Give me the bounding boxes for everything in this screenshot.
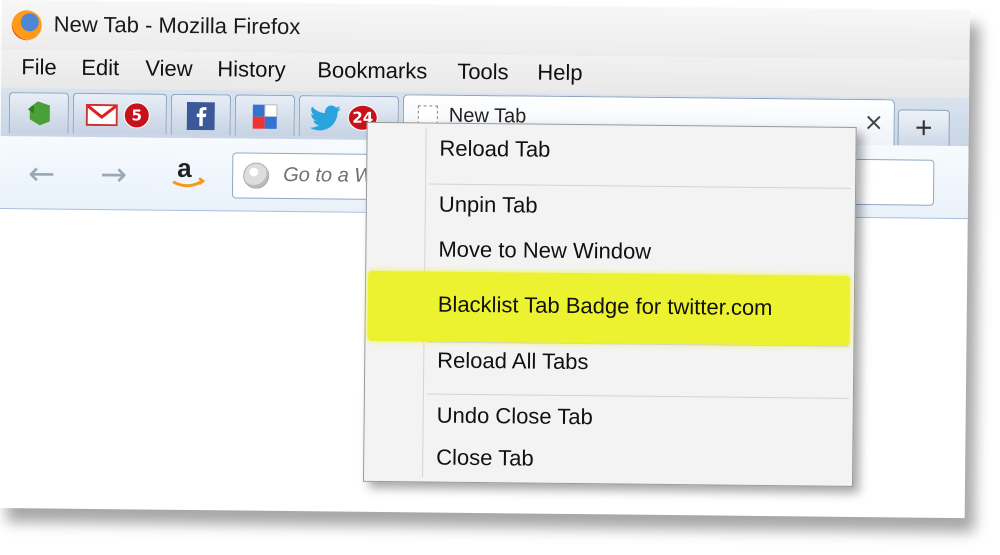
menu-separator — [429, 183, 852, 189]
menu-item-reload-all-tabs[interactable]: Reload All Tabs — [437, 348, 589, 376]
gmail-icon — [85, 103, 118, 127]
menu-help[interactable]: Help — [537, 60, 583, 86]
menu-item-reload-tab[interactable]: Reload Tab — [439, 136, 550, 163]
globe-icon — [243, 162, 270, 189]
menu-item-close-tab[interactable]: Close Tab — [436, 445, 534, 472]
menu-bookmarks[interactable]: Bookmarks — [317, 57, 427, 84]
back-arrow-icon[interactable]: ← — [28, 154, 55, 192]
evernote-icon — [27, 101, 50, 126]
menu-edit[interactable]: Edit — [81, 55, 119, 81]
app-tab-gmail[interactable]: 5 — [72, 92, 168, 135]
twitter-icon — [309, 105, 341, 131]
context-menu: Reload Tab Unpin Tab Move to New Window … — [362, 121, 857, 487]
menu-file[interactable]: File — [21, 54, 57, 80]
app-tab-evernote[interactable] — [8, 92, 70, 134]
menu-tools[interactable]: Tools — [457, 59, 509, 86]
menu-view[interactable]: View — [145, 56, 193, 82]
app-tab-delicious[interactable] — [234, 94, 296, 137]
menu-item-unpin-tab[interactable]: Unpin Tab — [439, 192, 538, 219]
facebook-icon — [186, 101, 215, 131]
gmail-badge: 5 — [123, 102, 150, 129]
app-tab-facebook[interactable] — [170, 93, 232, 136]
menu-separator — [426, 393, 849, 399]
new-tab-button[interactable]: + — [897, 109, 950, 148]
menu-item-undo-close-tab[interactable]: Undo Close Tab — [437, 403, 593, 431]
menu-history[interactable]: History — [217, 56, 286, 83]
firefox-window: New Tab - Mozilla Firefox File Edit View… — [0, 0, 970, 519]
svg-text:a: a — [177, 153, 192, 183]
delicious-icon — [252, 104, 278, 129]
amazon-icon[interactable]: a — [168, 152, 208, 192]
menu-item-blacklist-tab-badge[interactable]: Blacklist Tab Badge for twitter.com — [438, 292, 773, 322]
forward-arrow-icon[interactable]: → — [100, 155, 127, 193]
firefox-logo-icon — [11, 10, 42, 41]
close-tab-icon[interactable]: × — [864, 108, 884, 136]
window-title: New Tab - Mozilla Firefox — [53, 11, 301, 40]
menu-item-move-to-new-window[interactable]: Move to New Window — [438, 237, 651, 265]
